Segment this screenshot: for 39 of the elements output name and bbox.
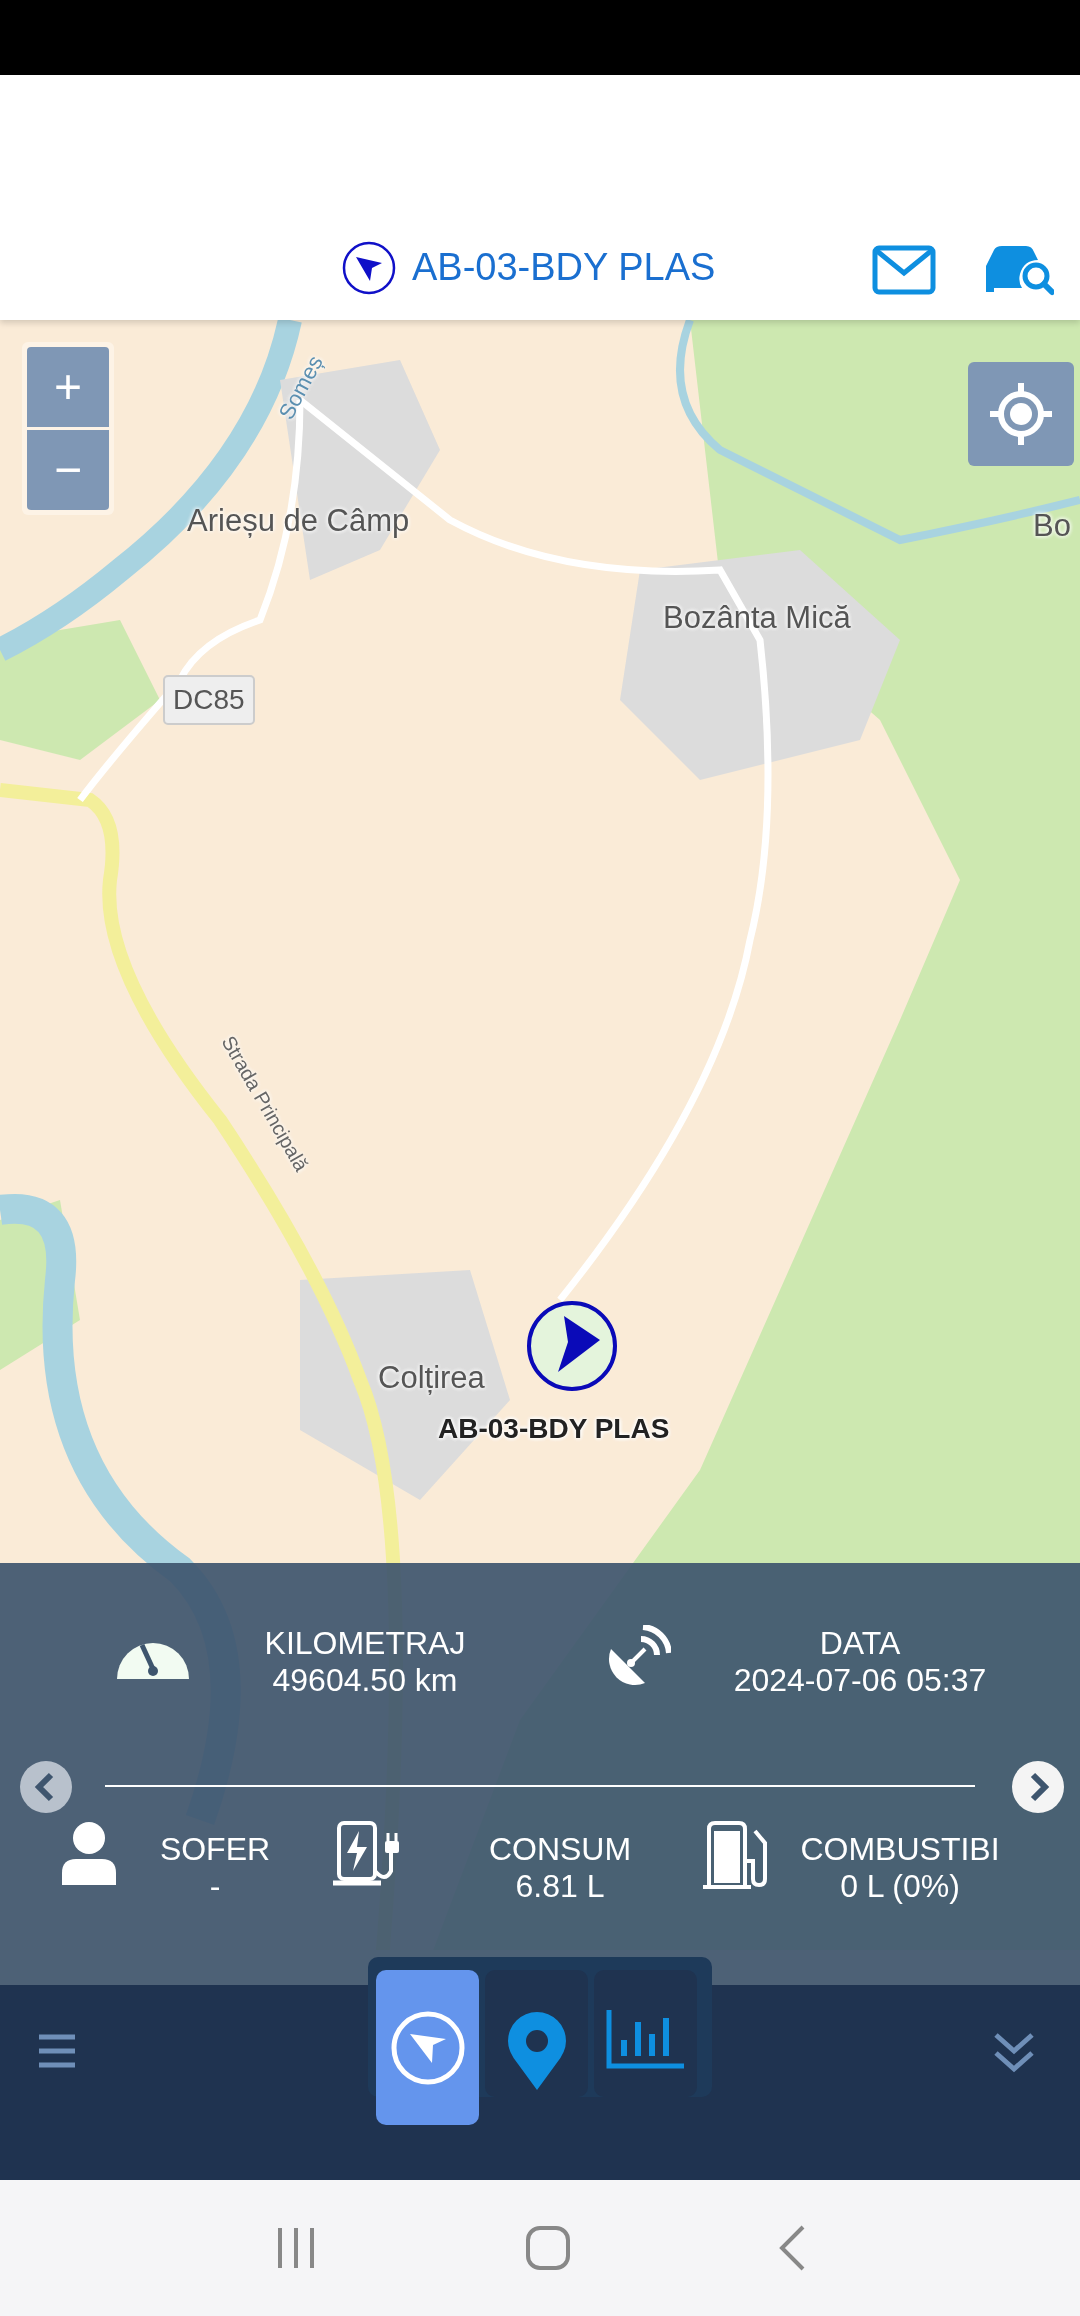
tab-button[interactable]: [485, 1970, 588, 2097]
place-label: Arieșu de Câmp: [187, 502, 410, 540]
road-label: DC85: [163, 675, 255, 725]
locate-button[interactable]: [968, 362, 1074, 466]
tab-button[interactable]: [594, 1970, 697, 2097]
zoom-in-button[interactable]: +: [27, 347, 109, 427]
locate-icon: [988, 381, 1054, 447]
info-label: DATA: [819, 1625, 901, 1662]
info-label: CONSUM: [488, 1831, 632, 1868]
vehicle-title: AB-03-BDY PLAS: [412, 245, 716, 290]
place-label: Bo: [1033, 507, 1071, 545]
place-label: Colțirea: [378, 1359, 485, 1397]
map-pin-icon: [505, 2010, 568, 2090]
info-value: 2024-07-06 05:37: [733, 1661, 987, 1699]
info-value: 0 L (0%): [840, 1867, 960, 1905]
info-value: -: [209, 1867, 221, 1905]
previous-button[interactable]: [20, 1761, 72, 1813]
vehicle-label: AB-03-BDY PLAS: [438, 1412, 670, 1446]
home-icon[interactable]: [525, 2225, 571, 2271]
tab-button[interactable]: [376, 1970, 479, 2125]
back-icon[interactable]: [778, 2225, 807, 2271]
navigation-icon: [342, 240, 396, 295]
menu-button[interactable]: [36, 2033, 78, 2069]
zoom-out-button[interactable]: −: [27, 430, 109, 510]
car-search-icon[interactable]: [984, 244, 1054, 296]
info-value: 6.81 L: [515, 1867, 605, 1905]
next-button[interactable]: [1012, 1761, 1064, 1813]
info-label: KILOMETRAJ: [264, 1625, 466, 1662]
info-label: SOFER: [159, 1831, 271, 1868]
vehicle-marker-icon[interactable]: [526, 1300, 618, 1392]
info-value: 49604.50 km: [272, 1661, 458, 1699]
info-label: COMBUSTIBI: [800, 1831, 1000, 1868]
place-label: Bozânta Mică: [663, 599, 851, 637]
menu-icon: [37, 2034, 77, 2068]
navigation-icon: [389, 2010, 466, 2086]
person-icon: [60, 1821, 118, 1885]
double-chevron-down-icon: [993, 2031, 1035, 2075]
bar-chart-icon: [605, 2010, 686, 2070]
mail-icon[interactable]: [872, 245, 936, 295]
